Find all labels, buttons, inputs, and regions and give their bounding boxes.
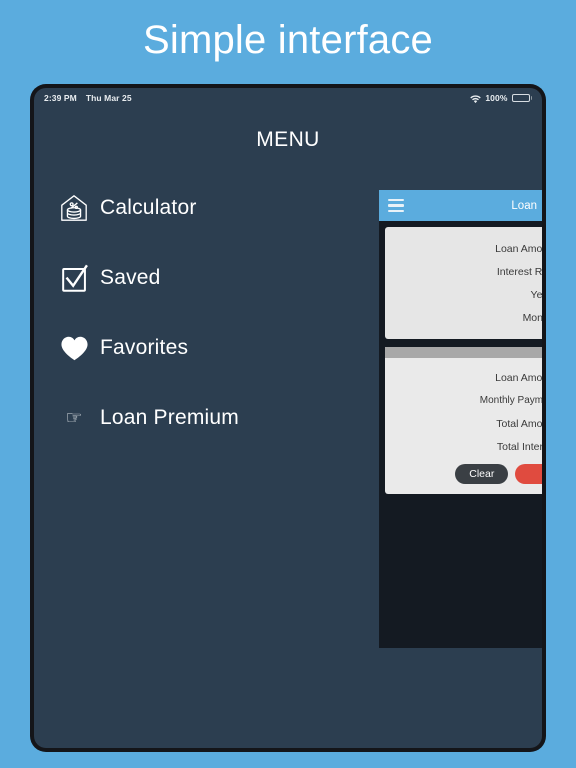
field-row[interactable]: Months xyxy=(395,306,542,329)
result-label: Total Interest xyxy=(496,440,542,453)
status-bar-left: 2:39 PM Thu Mar 25 xyxy=(44,93,132,103)
result-label: Total Amount xyxy=(496,417,542,430)
pointing-hand-icon: ☞ xyxy=(65,407,83,429)
loan-result-card: Loan Amount Monthly Payment Total Amount… xyxy=(385,347,542,494)
tablet-device-frame: 2:39 PM Thu Mar 25 100% MENU Calculator … xyxy=(30,84,546,752)
menu-item-label: Favorites xyxy=(100,336,189,359)
result-row: Total Interest xyxy=(395,435,542,458)
delete-button[interactable] xyxy=(515,464,542,484)
field-row[interactable]: Loan Amount xyxy=(395,237,542,260)
field-label: Loan Amount xyxy=(495,242,542,255)
battery-percent: 100% xyxy=(485,93,508,103)
result-label: Monthly Payment xyxy=(479,395,542,406)
status-bar: 2:39 PM Thu Mar 25 100% xyxy=(34,88,542,108)
field-label: Interest Rate xyxy=(496,265,542,278)
poster-root: Simple interface 2:39 PM Thu Mar 25 100%… xyxy=(0,0,576,768)
result-card-buttons: Clear xyxy=(395,464,542,484)
result-label: Loan Amount xyxy=(495,371,542,384)
checkbox-checked-icon xyxy=(52,264,96,293)
status-time: 2:39 PM xyxy=(44,93,77,103)
clear-button[interactable]: Clear xyxy=(455,464,509,484)
tablet-screen: 2:39 PM Thu Mar 25 100% MENU Calculator … xyxy=(34,88,542,748)
wifi-icon xyxy=(470,94,482,104)
result-row: Loan Amount xyxy=(395,366,542,389)
result-row: Total Amount xyxy=(395,412,542,435)
hamburger-menu-icon[interactable] xyxy=(388,198,404,213)
field-row[interactable]: Interest Rate xyxy=(395,260,542,283)
status-date: Thu Mar 25 xyxy=(85,93,132,103)
menu-item-label: Calculator xyxy=(100,196,197,219)
menu-item-label: Saved xyxy=(100,266,161,289)
status-bar-right: 100% xyxy=(470,93,532,103)
field-label: Years xyxy=(530,288,542,301)
menu-item-label: Loan Premium xyxy=(100,406,239,429)
menu-item-favorites[interactable]: Favorites xyxy=(52,323,382,373)
home-loan-calculator-icon xyxy=(52,193,96,223)
preview-appbar-title: Loan xyxy=(511,199,537,212)
page-title: Simple interface xyxy=(143,18,433,62)
preview-appbar: Loan xyxy=(379,190,542,221)
app-preview-panel: Loan Loan Amount Interest Rate Years xyxy=(379,190,542,648)
heart-icon xyxy=(52,335,96,362)
menu-item-saved[interactable]: Saved xyxy=(52,253,382,303)
battery-full-icon xyxy=(511,93,532,103)
menu-item-calculator[interactable]: Calculator xyxy=(52,183,382,233)
menu-heading: MENU xyxy=(256,128,320,151)
loan-input-card: Loan Amount Interest Rate Years Months xyxy=(385,227,542,339)
field-row[interactable]: Years xyxy=(395,283,542,306)
menu-list: Calculator Saved Favorites ☞ Loan Premiu… xyxy=(52,183,382,463)
preview-body: Loan Amount Interest Rate Years Months xyxy=(379,221,542,494)
result-row: Monthly Payment xyxy=(395,389,542,412)
field-label: Months xyxy=(522,311,542,324)
menu-item-loan-premium[interactable]: ☞ Loan Premium xyxy=(52,393,382,443)
result-card-header-bar xyxy=(385,347,542,358)
